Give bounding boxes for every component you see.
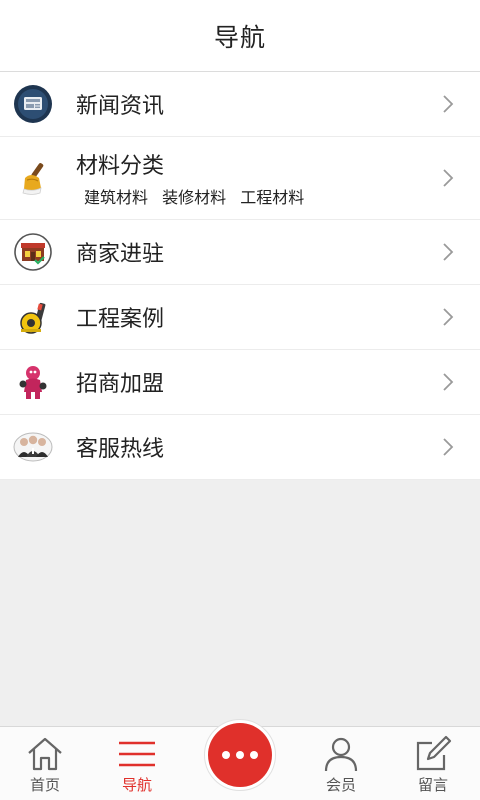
menu-icon bbox=[117, 735, 157, 773]
chevron-right-icon bbox=[443, 243, 454, 261]
nav-menu: 新闻资讯 材料分类 建筑材料 装修材料 工程材料 商家进驻 工程案例 招商加盟 … bbox=[0, 72, 480, 480]
edit-icon bbox=[413, 735, 453, 773]
tab-label: 导航 bbox=[121, 776, 152, 794]
chevron-right-icon bbox=[443, 438, 454, 456]
storefront-icon bbox=[13, 232, 53, 272]
more-button[interactable] bbox=[204, 719, 276, 791]
tab-message[interactable]: 留言 bbox=[388, 727, 478, 800]
material-subcategories: 建筑材料 装修材料 工程材料 bbox=[84, 184, 313, 208]
menu-item-label: 客服热线 bbox=[76, 437, 165, 462]
top-header: 导航 bbox=[0, 0, 480, 72]
chevron-right-icon bbox=[443, 169, 454, 187]
menu-item-label: 工程案例 bbox=[76, 307, 165, 332]
tab-member[interactable]: 会员 bbox=[296, 727, 386, 800]
menu-item-label: 商家进驻 bbox=[76, 242, 165, 267]
menu-item-label: 新闻资讯 bbox=[76, 94, 165, 119]
tab-navigation[interactable]: 导航 bbox=[92, 727, 182, 800]
tab-label: 首页 bbox=[29, 776, 60, 794]
tab-label: 会员 bbox=[325, 776, 356, 794]
menu-item-merchants[interactable]: 商家进驻 bbox=[0, 220, 480, 285]
chevron-right-icon bbox=[443, 95, 454, 113]
menu-item-hotline[interactable]: 客服热线 bbox=[0, 415, 480, 480]
menu-item-label: 材料分类 bbox=[76, 154, 165, 179]
subcategory-link[interactable]: 装修材料 bbox=[162, 188, 226, 207]
tab-home[interactable]: 首页 bbox=[0, 727, 90, 800]
subcategory-link[interactable]: 建筑材料 bbox=[84, 188, 148, 207]
brush-icon bbox=[13, 158, 53, 198]
home-icon bbox=[25, 735, 65, 773]
menu-item-news[interactable]: 新闻资讯 bbox=[0, 72, 480, 137]
service-team-icon bbox=[13, 427, 53, 467]
menu-item-materials[interactable]: 材料分类 建筑材料 装修材料 工程材料 bbox=[0, 137, 480, 220]
bottom-tab-bar: 首页 导航 会员 留言 bbox=[0, 719, 480, 800]
tab-label: 留言 bbox=[417, 776, 448, 794]
subcategory-link[interactable]: 工程材料 bbox=[240, 188, 304, 207]
more-icon bbox=[208, 723, 272, 787]
user-icon bbox=[321, 735, 361, 773]
chevron-right-icon bbox=[443, 373, 454, 391]
menu-item-franchise[interactable]: 招商加盟 bbox=[0, 350, 480, 415]
news-icon bbox=[13, 84, 53, 124]
menu-item-cases[interactable]: 工程案例 bbox=[0, 285, 480, 350]
mascot-icon bbox=[13, 362, 53, 402]
page-title: 导航 bbox=[213, 22, 266, 52]
chevron-right-icon bbox=[443, 308, 454, 326]
menu-item-label: 招商加盟 bbox=[76, 372, 165, 397]
tape-measure-icon bbox=[13, 297, 53, 337]
